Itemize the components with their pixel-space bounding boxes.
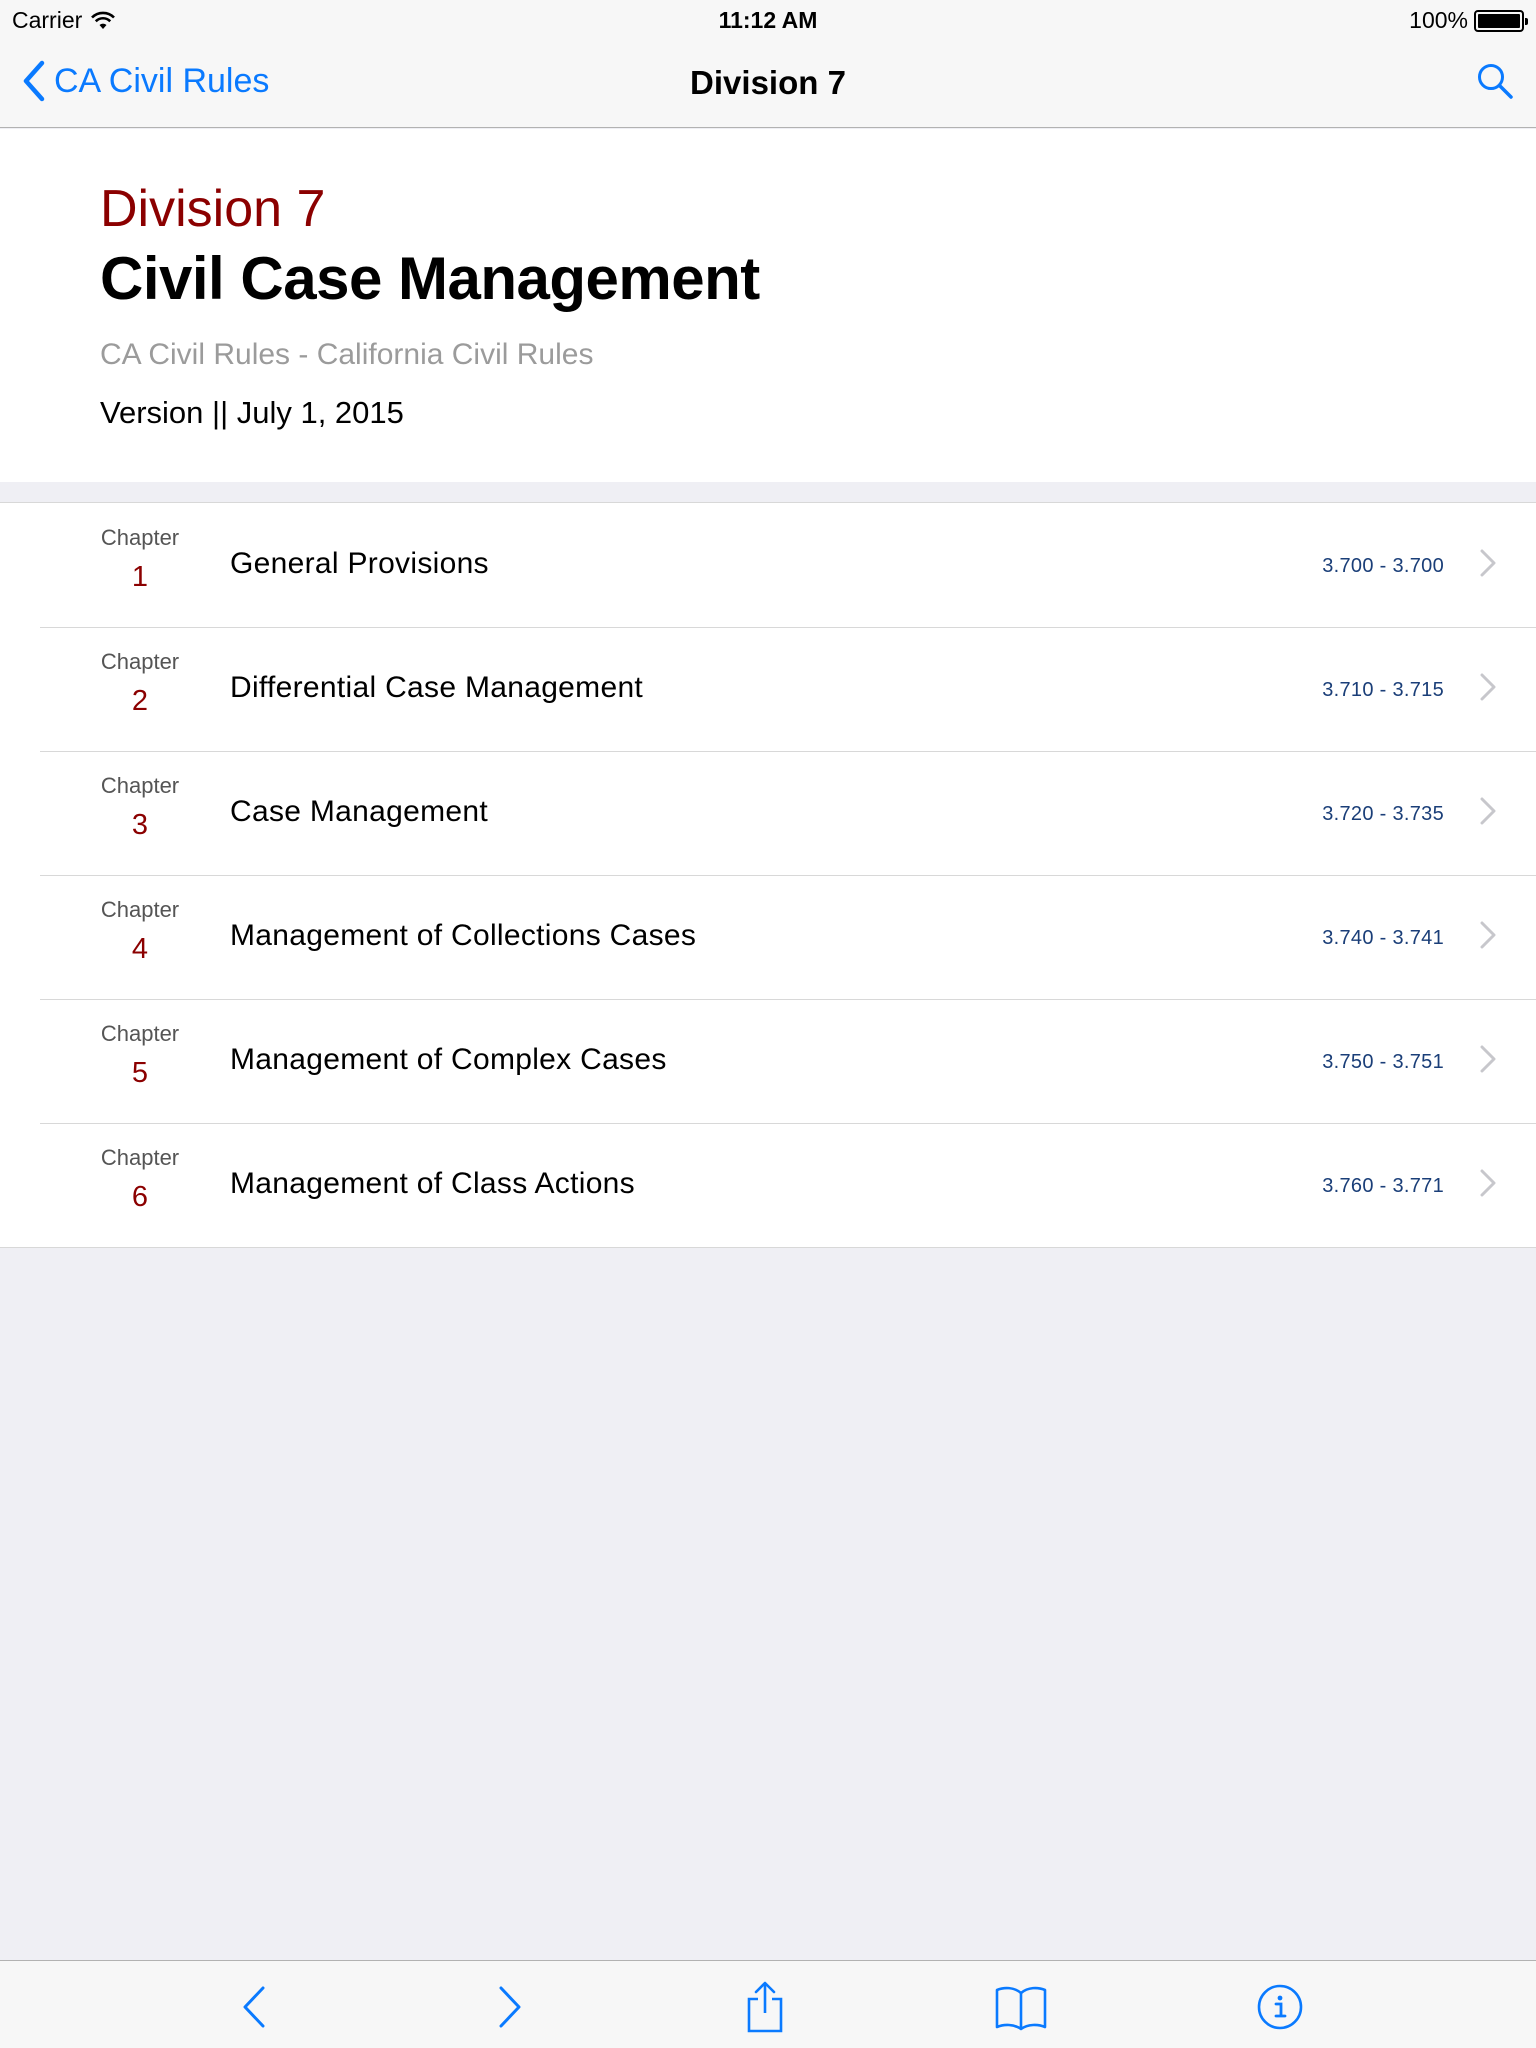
share-icon <box>747 1981 783 2033</box>
battery-icon <box>1474 9 1528 32</box>
info-icon <box>1257 1984 1303 2030</box>
division-label: Division 7 <box>100 180 326 238</box>
version-line: Version || July 1, 2015 <box>100 395 404 430</box>
chapter-title: Case Management <box>230 795 488 828</box>
forward-nav-button[interactable] <box>480 1981 540 2033</box>
info-button[interactable] <box>1250 1981 1310 2033</box>
chapter-number: 4 <box>131 933 149 965</box>
chapter-number: 5 <box>131 1057 149 1089</box>
share-button[interactable] <box>735 1981 795 2033</box>
chevron-right-icon <box>1480 1169 1496 1197</box>
chapter-title: General Provisions <box>230 547 489 580</box>
chapter-list: Chapter 1 General Provisions 3.700 - 3.7… <box>0 502 1536 1248</box>
chapter-row-6[interactable]: Chapter 6 Management of Class Actions 3.… <box>0 1123 1536 1247</box>
chapter-tag: Chapter 2 <box>60 649 220 718</box>
chapter-row-5[interactable]: Chapter 5 Management of Complex Cases 3.… <box>0 999 1536 1123</box>
search-icon <box>1478 64 1513 99</box>
bookmarks-button[interactable] <box>991 1981 1051 2033</box>
chapter-tag: Chapter 6 <box>60 1145 220 1214</box>
chapter-word: Chapter <box>100 1021 180 1046</box>
chapter-title: Management of Complex Cases <box>230 1043 667 1076</box>
back-nav-button[interactable] <box>224 1981 284 2033</box>
chapter-title: Management of Class Actions <box>230 1167 635 1200</box>
chapter-row-4[interactable]: Chapter 4 Management of Collections Case… <box>0 875 1536 999</box>
chapter-title: Differential Case Management <box>230 671 644 704</box>
chapter-tag: Chapter 1 <box>60 525 220 594</box>
chapter-rule-range: 3.750 - 3.751 <box>1322 1051 1444 1073</box>
chapter-tag: Chapter 3 <box>60 773 220 842</box>
chapter-rule-range: 3.740 - 3.741 <box>1322 927 1444 949</box>
chapter-word: Chapter <box>100 525 180 550</box>
chapter-word: Chapter <box>100 773 180 798</box>
chevron-right-icon <box>1480 1045 1496 1073</box>
bookmarks-icon <box>995 1986 1047 2031</box>
battery-percent: 100% <box>1409 7 1468 33</box>
chapter-word: Chapter <box>100 1145 180 1170</box>
chapter-word: Chapter <box>100 897 180 922</box>
chapter-row-3[interactable]: Chapter 3 Case Management 3.720 - 3.735 <box>0 751 1536 875</box>
chapter-number: 3 <box>131 809 149 841</box>
search-button[interactable] <box>1476 62 1514 105</box>
chevron-right-icon <box>1480 797 1496 825</box>
division-header: Division 7 Civil Case Management CA Civi… <box>0 129 1536 482</box>
chapter-rule-range: 3.720 - 3.735 <box>1322 803 1444 825</box>
chapter-title: Management of Collections Cases <box>230 919 697 952</box>
status-battery-group: 100% <box>1409 7 1528 34</box>
chapter-row-1[interactable]: Chapter 1 General Provisions 3.700 - 3.7… <box>0 503 1536 627</box>
chevron-right-icon <box>1480 673 1496 701</box>
chapter-row-2[interactable]: Chapter 2 Differential Case Management 3… <box>0 627 1536 751</box>
book-subtitle: CA Civil Rules - California Civil Rules <box>100 338 594 371</box>
forward-arrow-icon <box>499 1986 521 2028</box>
chapter-tag: Chapter 5 <box>60 1021 220 1090</box>
navigation-bar: CA Civil Rules Division 7 <box>0 40 1536 128</box>
back-arrow-icon <box>243 1986 265 2028</box>
status-bar: Carrier 11:12 AM 100% <box>0 0 1536 40</box>
division-name: Civil Case Management <box>100 245 760 312</box>
chapter-word: Chapter <box>100 649 180 674</box>
chevron-right-icon <box>1480 549 1496 577</box>
chevron-right-icon <box>1480 921 1496 949</box>
chapter-rule-range: 3.700 - 3.700 <box>1322 555 1444 577</box>
nav-title: Division 7 <box>690 64 846 101</box>
chapter-tag: Chapter 4 <box>60 897 220 966</box>
chapter-rule-range: 3.760 - 3.771 <box>1322 1175 1444 1197</box>
status-time: 11:12 AM <box>718 7 818 33</box>
bottom-toolbar <box>0 1960 1536 2048</box>
chapter-number: 6 <box>131 1181 149 1213</box>
chapter-number: 1 <box>131 561 149 593</box>
chapter-number: 2 <box>131 685 149 717</box>
chapter-rule-range: 3.710 - 3.715 <box>1322 679 1444 701</box>
